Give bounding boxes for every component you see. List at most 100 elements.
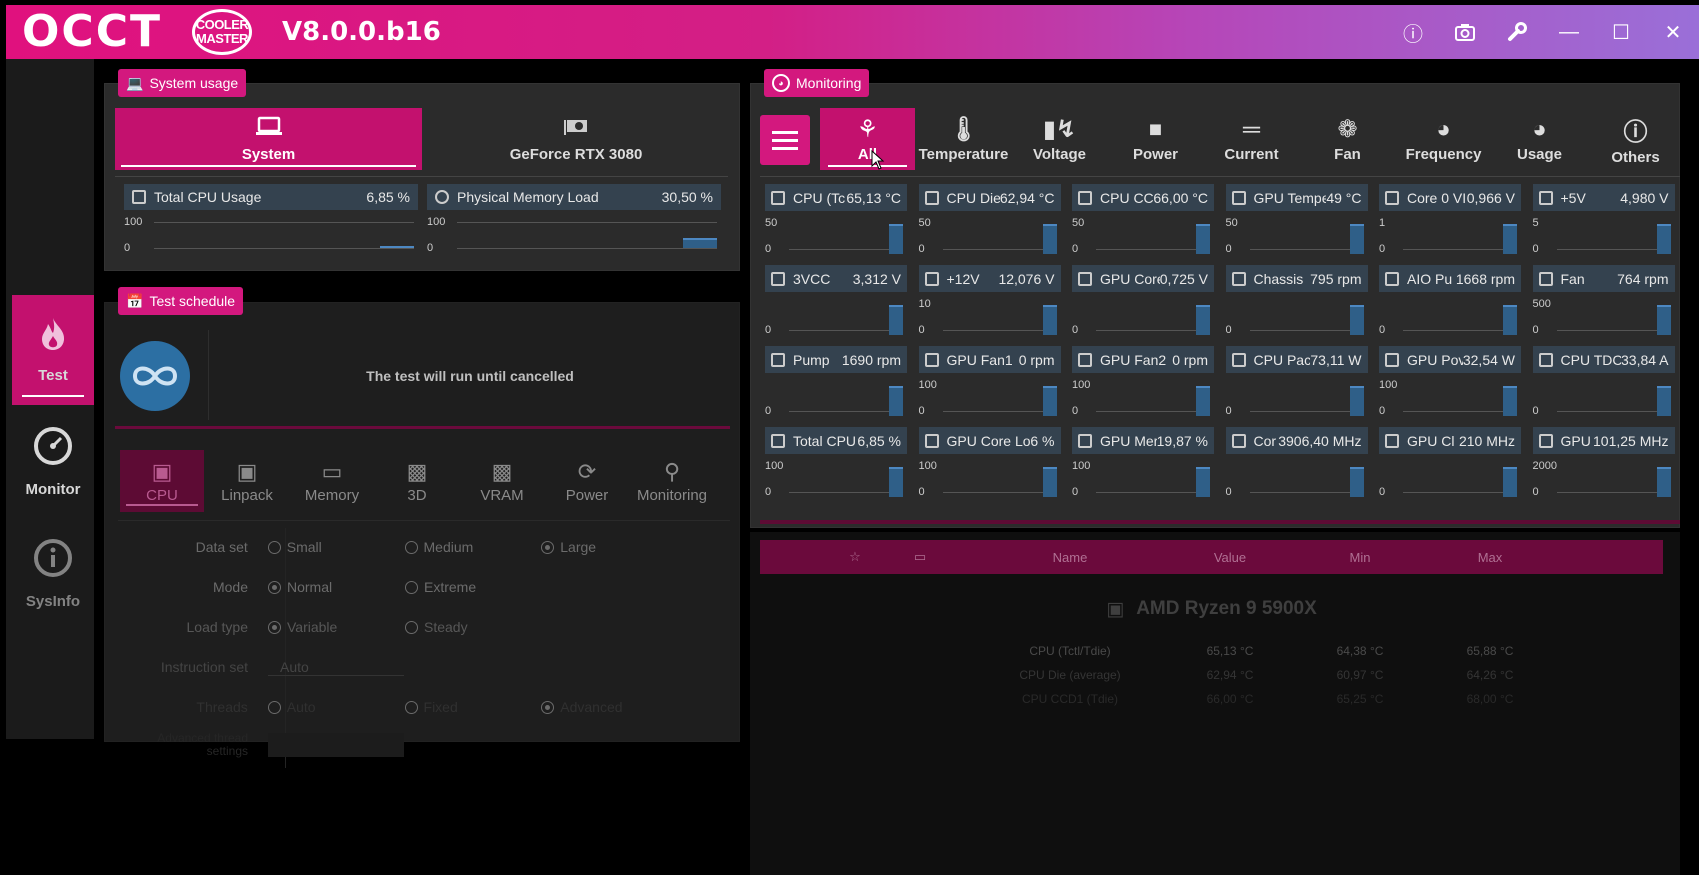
tab-power[interactable]: ⟳ Power: [545, 450, 629, 512]
minimize-icon[interactable]: —: [1543, 5, 1595, 59]
tab-temperature[interactable]: 🌡 Temperature: [916, 108, 1011, 170]
tab-system[interactable]: System: [115, 108, 422, 170]
star-icon[interactable]: ☆: [840, 549, 870, 565]
tab-fan[interactable]: ❁ Fan: [1300, 108, 1395, 170]
tab-gpu[interactable]: GeForce RTX 3080: [424, 108, 728, 170]
graph-trace: [1042, 305, 1057, 335]
radio-fixed[interactable]: Fixed: [404, 699, 542, 715]
info-icon[interactable]: ⓘ: [1387, 5, 1439, 59]
tab-memory[interactable]: ▭ Memory: [290, 450, 374, 512]
sensor-tile[interactable]: GPU Core Lo 6 % 100 0: [918, 427, 1061, 503]
sensor-tile[interactable]: GPU Core 0,725 V0: [1072, 265, 1214, 341]
tab-power[interactable]: ⏹ Power: [1108, 108, 1203, 170]
tab-current[interactable]: ═ Current: [1204, 108, 1299, 170]
tab-cpu[interactable]: ▣ CPU: [120, 450, 204, 512]
sensor-tile[interactable]: Total CPU 6,85 % 100 0: [765, 427, 907, 503]
sidebar-item-label: SysInfo: [25, 593, 81, 610]
sensor-tile[interactable]: CPU Die 62,94 °C 50 0: [918, 184, 1061, 260]
tab-linpack[interactable]: ▣ Linpack: [205, 450, 289, 512]
sensor-icon: [1078, 352, 1092, 367]
menu-button[interactable]: [760, 115, 810, 165]
radio-extreme[interactable]: Extreme: [405, 579, 542, 595]
option-instruction-set: Instruction set Auto: [118, 655, 678, 679]
tab-voltage[interactable]: ▮↯ Voltage: [1012, 108, 1107, 170]
sidebar-item-sysinfo[interactable]: SysInfo: [12, 519, 94, 629]
mouse-cursor: [871, 150, 885, 170]
sensor-icon: [1385, 352, 1399, 367]
device-group-header[interactable]: ▣ AMD Ryzen 9 5900X: [760, 594, 1663, 624]
graph-trace: [1349, 305, 1364, 335]
column-min[interactable]: Min: [1310, 550, 1410, 565]
sensor-tile[interactable]: +5V 4,980 V50: [1532, 184, 1675, 260]
sensor-icon: [924, 190, 939, 205]
cooler-master-logo: COOLER MASTER: [192, 9, 252, 55]
sensor-tile[interactable]: GPU Mer 19,87 % 100 0: [1072, 427, 1214, 503]
sensor-icon: [1538, 271, 1553, 286]
instruction-set-select[interactable]: Auto: [268, 659, 404, 676]
version-label: V8.0.0.b16: [282, 17, 441, 47]
tab-usage[interactable]: ◕ Usage: [1492, 108, 1587, 170]
tab-others[interactable]: ⓘ Others: [1588, 108, 1683, 170]
infinity-icon: [120, 341, 190, 411]
laptop-icon: 💻: [126, 74, 144, 91]
radio-large[interactable]: Large: [541, 539, 678, 555]
column-name[interactable]: Name: [1010, 550, 1130, 565]
sensor-icon: [924, 433, 939, 448]
schedule-message: The test will run until cancelled: [366, 368, 574, 384]
maximize-icon[interactable]: ☐: [1595, 5, 1647, 59]
graph-trace: [889, 467, 903, 497]
column-value[interactable]: Value: [1180, 550, 1280, 565]
sensor-tile[interactable]: Core 0 VI 0,966 V10: [1379, 184, 1521, 260]
radio-auto[interactable]: Auto: [267, 699, 405, 715]
sensor-tile[interactable]: GPU Fan1 0 rpm 100 0: [918, 346, 1061, 422]
camera-icon[interactable]: [1439, 5, 1491, 59]
all-icon: ⚘: [856, 116, 879, 143]
sensor-tile[interactable]: GPU 101,25 MHz 2000 0: [1532, 427, 1675, 503]
radio-small[interactable]: Small: [267, 539, 405, 555]
graph-trace: [1196, 467, 1210, 497]
radio-steady[interactable]: Steady: [405, 619, 542, 635]
sensor-tile[interactable]: Pump 1690 rpm 0: [765, 346, 907, 422]
radio-normal[interactable]: Normal: [268, 579, 405, 595]
memory-icon: ▭: [321, 458, 343, 484]
tab-3d[interactable]: ▩ 3D: [375, 450, 459, 512]
sensor-tile[interactable]: GPU Tempe 49 °C 50 0: [1225, 184, 1368, 260]
sensor-tile[interactable]: GPU Cl 210 MHz 0: [1379, 427, 1521, 503]
radio-variable[interactable]: Variable: [268, 619, 405, 635]
close-icon[interactable]: ✕: [1647, 5, 1699, 59]
sensor-tile[interactable]: CPU CCI 66,00 °C 50 0: [1072, 184, 1214, 260]
sensor-icon: [771, 433, 785, 448]
sensor-tile[interactable]: Fan 764 rpm 500 0: [1532, 265, 1675, 341]
sensor-tile[interactable]: 3VCC 3,312 V0: [765, 265, 907, 341]
sensor-tile[interactable]: GPU Pov 32,54 W 100 0: [1379, 346, 1521, 422]
sensor-tile[interactable]: +12V 12,076 V 10 0: [918, 265, 1061, 341]
tab-all[interactable]: ⚘ All: [820, 108, 915, 170]
radio-advanced[interactable]: Advanced: [541, 699, 678, 715]
sensor-tile[interactable]: CPU (Tc 65,13 °C 50 0: [765, 184, 907, 260]
sensor-tile[interactable]: GPU Fan2 0 rpm 100 0: [1072, 346, 1214, 422]
radio-medium[interactable]: Medium: [404, 539, 542, 555]
graph-trace: [1503, 386, 1517, 416]
tab-monitoring[interactable]: ⚲ Monitoring: [630, 450, 714, 512]
sidebar-item-test[interactable]: Test: [12, 295, 94, 405]
tab-frequency[interactable]: ◕ Frequency: [1396, 108, 1491, 170]
table-row[interactable]: CPU Die (average) 62,94 °C 60,97 °C 64,2…: [760, 668, 1663, 692]
sensor-table-header: ☆ ▭ Name Value Min Max: [760, 540, 1663, 574]
advanced-threads-button[interactable]: [268, 733, 404, 757]
sensor-tile[interactable]: Cor 3906,40 MHz 0: [1225, 427, 1368, 503]
sensor-tile[interactable]: CPU TDC 33,84 A0: [1532, 346, 1675, 422]
power-icon: ⟳: [577, 458, 597, 484]
sensor-tile[interactable]: Chassis 795 rpm 0: [1225, 265, 1368, 341]
sensor-icon: [1538, 352, 1553, 367]
sensor-tile[interactable]: CPU Pac 73,11 W0: [1225, 346, 1368, 422]
column-max[interactable]: Max: [1440, 550, 1540, 565]
table-row[interactable]: CPU CCD1 (Tdie) 66,00 °C 65,25 °C 68,00 …: [760, 692, 1663, 716]
sidebar-item-label: Test: [38, 367, 68, 384]
sidebar-item-monitor[interactable]: Monitor: [12, 407, 94, 517]
sidebar-item-label: Monitor: [25, 481, 81, 498]
wrench-icon[interactable]: [1491, 5, 1543, 59]
table-row[interactable]: CPU (Tctl/Tdie) 65,13 °C 64,38 °C 65,88 …: [760, 644, 1663, 668]
sensor-icon: [1385, 190, 1399, 205]
tab-vram[interactable]: ▩ VRAM: [460, 450, 544, 512]
sensor-tile[interactable]: AIO Pu 1668 rpm 0: [1379, 265, 1521, 341]
